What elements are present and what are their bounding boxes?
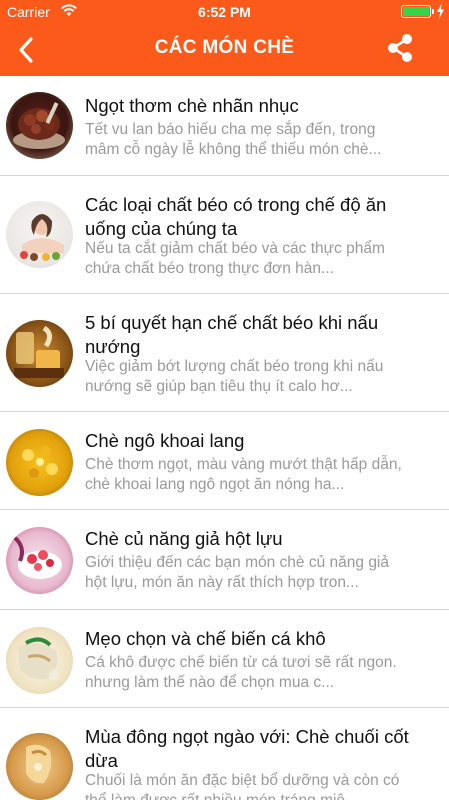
thumbnail-image bbox=[6, 92, 73, 159]
list-item[interactable]: Mẹo chọn và chế biến cá khô Cá khô được … bbox=[0, 610, 449, 708]
list-item[interactable]: Chè củ năng giả hột lựu Giới thiệu đến c… bbox=[0, 510, 449, 610]
item-title: Các loại chất béo có trong chế độ ăn uốn… bbox=[85, 194, 387, 239]
list-item[interactable]: 5 bí quyết hạn chế chất béo khi nấu nướn… bbox=[0, 294, 449, 412]
battery-icon bbox=[401, 5, 431, 18]
bolt-icon bbox=[437, 3, 444, 19]
item-title: Chè ngô khoai lang bbox=[85, 430, 245, 451]
thumbnail-image bbox=[6, 320, 73, 387]
item-description: Cá khô được chế biến từ cá tươi sẽ rất n… bbox=[85, 654, 397, 691]
battery-tip bbox=[432, 9, 434, 14]
page-title: CÁC MÓN CHÈ bbox=[154, 37, 295, 58]
chevron-left-icon bbox=[19, 37, 33, 63]
status-bar: Carrier 6:52 PM bbox=[0, 0, 449, 24]
thumbnail-image bbox=[6, 527, 73, 594]
item-title: 5 bí quyết hạn chế chất béo khi nấu nướn… bbox=[85, 312, 379, 357]
item-description: Tết vu lan báo hiếu cha mẹ sắp đến, tron… bbox=[85, 121, 382, 158]
item-description: Việc giảm bớt lượng chất béo trong khi n… bbox=[85, 358, 384, 395]
nav-bar: CÁC MÓN CHÈ bbox=[0, 24, 449, 76]
list-item[interactable]: Ngọt thơm chè nhãn nhục Tết vu lan báo h… bbox=[0, 76, 449, 176]
item-title: Chè củ năng giả hột lựu bbox=[85, 528, 283, 549]
thumbnail-image bbox=[6, 627, 73, 694]
back-button[interactable] bbox=[10, 34, 42, 66]
share-button[interactable] bbox=[382, 30, 418, 66]
thumbnail-image bbox=[6, 429, 73, 496]
status-time: 6:52 PM bbox=[198, 4, 251, 20]
list-item[interactable]: Mùa đông ngọt ngào với: Chè chuối cốt dừ… bbox=[0, 708, 449, 800]
item-title: Mẹo chọn và chế biến cá khô bbox=[85, 628, 326, 649]
thumbnail-image bbox=[6, 201, 73, 268]
list-item[interactable]: Các loại chất béo có trong chế độ ăn uốn… bbox=[0, 176, 449, 294]
list-item[interactable]: Chè ngô khoai lang Chè thơm ngọt, màu và… bbox=[0, 412, 449, 510]
item-description: Giới thiệu đến các bạn món chè củ năng g… bbox=[85, 554, 389, 591]
item-description: Nếu ta cắt giảm chất béo và các thực phẩ… bbox=[85, 240, 385, 277]
item-title: Mùa đông ngọt ngào với: Chè chuối cốt dừ… bbox=[85, 726, 409, 771]
share-icon bbox=[388, 34, 412, 62]
item-title: Ngọt thơm chè nhãn nhục bbox=[85, 95, 299, 116]
item-description: Chuối là món ăn đặc biệt bổ dưỡng và còn… bbox=[85, 772, 400, 800]
item-description: Chè thơm ngọt, màu vàng mướt thật hấp dẫ… bbox=[85, 456, 402, 493]
app-header: Carrier 6:52 PM CÁC MÓN CHÈ bbox=[0, 0, 449, 76]
thumbnail-image bbox=[6, 733, 73, 800]
article-list: Ngọt thơm chè nhãn nhục Tết vu lan báo h… bbox=[0, 76, 449, 800]
